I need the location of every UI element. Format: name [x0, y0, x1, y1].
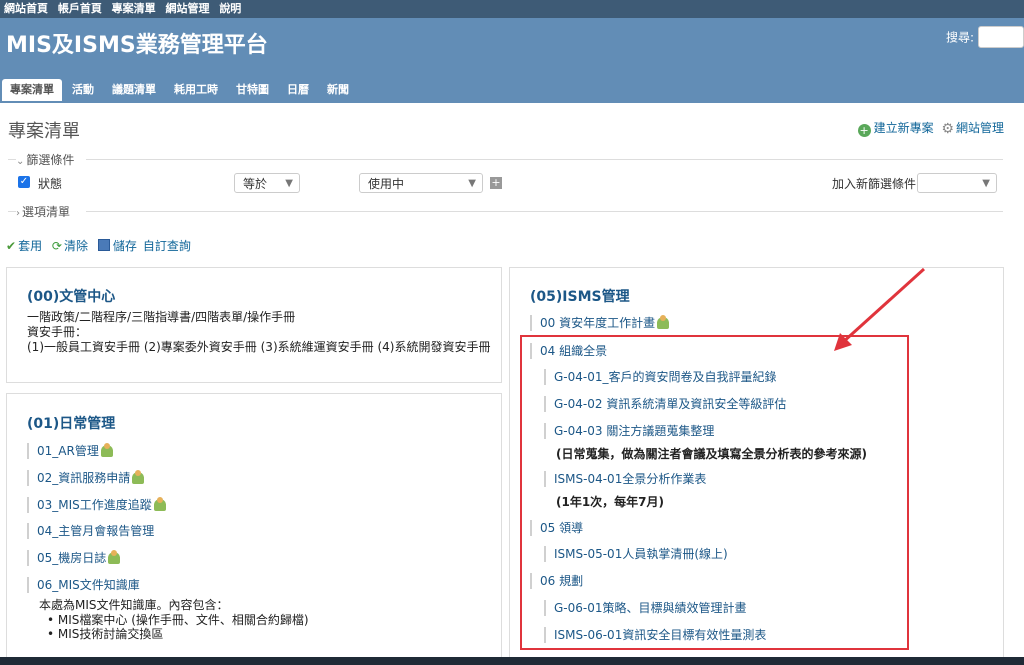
options-legend: 選項清單 — [22, 205, 71, 219]
site-title: MIS及ISMS業務管理平台 — [6, 33, 268, 58]
project-title-05[interactable]: (05)ISMS管理 — [530, 286, 630, 306]
save-icon — [97, 239, 110, 251]
subproject-item: 03_MIS工作進度追蹤 — [27, 497, 166, 513]
subproject-link-ar[interactable]: 01_AR管理 — [37, 444, 99, 458]
user-icon — [108, 550, 121, 564]
annotation-highlight-box — [520, 335, 909, 650]
top-menu-projects[interactable]: 專案清單 — [112, 0, 156, 18]
header: MIS及ISMS業務管理平台 搜尋: 專案清單 活動 議題清單 耗用工時 甘特圖… — [0, 18, 1024, 103]
options-fieldset: › 選項清單 — [8, 203, 1003, 220]
filter-status-checkbox[interactable]: ✓ — [18, 176, 30, 188]
kb-bullet: • MIS技術討論交換區 — [47, 627, 164, 641]
project-box-01: (01)日常管理 01_AR管理 02_資訊服務申請 03_MIS工作進度追蹤 … — [6, 393, 502, 665]
options-divider-right — [86, 211, 1003, 212]
subproject-link-isms-00[interactable]: 00 資安年度工作計畫 — [540, 316, 655, 330]
kb-bullet-text: MIS技術討論交換區 — [57, 627, 164, 641]
project-desc-00: 一階政策/二階程序/三階指導書/四階表單/操作手冊 資安手冊： (1)一般員工資… — [27, 310, 490, 355]
top-menu-admin[interactable]: 網站管理 — [165, 0, 209, 18]
plus-icon[interactable]: + — [490, 177, 502, 189]
tab-projects[interactable]: 專案清單 — [2, 79, 62, 101]
top-menu-my-page[interactable]: 帳戶首頁 — [58, 0, 102, 18]
site-admin-link[interactable]: 網站管理 — [956, 121, 1004, 135]
filter-value-select[interactable]: 使用中 ▼ — [359, 173, 483, 193]
filters-divider-left — [8, 159, 16, 160]
top-menu: 網站首頁 帳戶首頁 專案清單 網站管理 說明 — [0, 0, 1024, 18]
top-menu-help[interactable]: 說明 — [219, 0, 241, 18]
filter-status-label: 狀態 — [38, 177, 63, 191]
page-title: 專案清單 — [8, 121, 80, 142]
add-filter-select[interactable]: ▼ — [917, 173, 997, 193]
subproject-link-progress[interactable]: 03_MIS工作進度追蹤 — [37, 498, 152, 512]
custom-query-link[interactable]: 自訂查詢 — [143, 239, 191, 253]
kb-bullet: • MIS檔案中心 (操作手冊、文件、相關合約歸檔) — [47, 613, 309, 627]
top-menu-home[interactable]: 網站首頁 — [4, 0, 48, 18]
subproject-link-machine-log[interactable]: 05_機房日誌 — [37, 551, 106, 565]
user-icon — [153, 497, 166, 511]
query-actions: ✔ 套用 ⟳ 清除 儲存 自訂查詢 — [6, 237, 197, 254]
tab-activity[interactable]: 活動 — [64, 79, 102, 101]
tab-news[interactable]: 新聞 — [319, 79, 357, 101]
project-link-00[interactable]: (00)文管中心 — [27, 289, 115, 305]
add-filter-label: 加入新篩選條件 — [832, 177, 917, 191]
project-title-01[interactable]: (01)日常管理 — [27, 413, 115, 433]
subproject-link-monthly[interactable]: 04_主管月會報告管理 — [37, 524, 154, 538]
desc-line: 一階政策/二階程序/三階指導書/四階表單/操作手冊 — [27, 310, 296, 324]
filter-row-status: ✓ 狀態 等於 ▼ 使用中 ▼ + 加入新篩選條件 ▼ — [18, 173, 998, 197]
project-link-05[interactable]: (05)ISMS管理 — [530, 289, 630, 305]
subproject-item: 02_資訊服務申請 — [27, 470, 145, 486]
subproject-link-service[interactable]: 02_資訊服務申請 — [37, 471, 130, 485]
search-label: 搜尋: — [945, 30, 974, 45]
options-toggle[interactable]: › 選項清單 — [16, 203, 75, 220]
filters-toggle[interactable]: ⌄ 篩選條件 — [16, 151, 79, 168]
project-box-00: (00)文管中心 一階政策/二階程序/三階指導書/四階表單/操作手冊 資安手冊：… — [6, 267, 502, 383]
chevron-down-icon: ▼ — [982, 178, 990, 189]
check-icon: ✔ — [6, 239, 17, 253]
filters-legend: 篩選條件 — [26, 153, 75, 167]
project-link-01[interactable]: (01)日常管理 — [27, 416, 115, 432]
apply-link[interactable]: 套用 — [18, 239, 42, 253]
subproject-item: 01_AR管理 — [27, 443, 113, 459]
filters-fieldset: ⌄ 篩選條件 — [8, 151, 1003, 168]
subproject-item: 00 資安年度工作計畫 — [530, 315, 670, 331]
annotation-arrow-icon — [834, 267, 926, 351]
tab-gantt[interactable]: 甘特圖 — [228, 79, 277, 101]
content: 專案清單 + 建立新專案 ⚙ 網站管理 ⌄ 篩選條件 ✓ 狀態 等於 ▼ 使用中 ▼ + … — [0, 103, 1024, 665]
desc-line: (1)一般員工資安手冊 (2)專案委外資安手冊 (3)系統維運資安手冊 (4)系… — [27, 340, 491, 354]
tab-calendar[interactable]: 日曆 — [279, 79, 317, 101]
search: 搜尋: — [946, 26, 1024, 48]
options-divider-left — [8, 211, 16, 212]
subproject-item: 04_主管月會報告管理 — [27, 523, 154, 539]
filter-operator-value: 等於 — [243, 177, 268, 191]
subproject-item: 05_機房日誌 — [27, 550, 121, 566]
filter-value: 使用中 — [368, 177, 405, 191]
clear-link[interactable]: 清除 — [64, 239, 88, 253]
reload-icon: ⟳ — [51, 239, 62, 253]
filter-operator-select[interactable]: 等於 ▼ — [234, 173, 300, 193]
user-icon — [100, 443, 113, 457]
save-query-link[interactable]: 儲存 — [113, 239, 137, 253]
search-input[interactable] — [978, 26, 1024, 48]
project-title-00[interactable]: (00)文管中心 — [27, 286, 115, 306]
subproject-item: 06_MIS文件知識庫 — [27, 577, 140, 593]
main-menu: 專案清單 活動 議題清單 耗用工時 甘特圖 日曆 新聞 — [2, 79, 359, 103]
subproject-link-knowledge[interactable]: 06_MIS文件知識庫 — [37, 578, 140, 592]
user-icon — [132, 470, 145, 484]
arrow-shaft — [840, 267, 926, 345]
desc-line: 資安手冊： — [27, 325, 88, 339]
contextual-actions: + 建立新專案 ⚙ 網站管理 — [857, 119, 1004, 137]
new-project-link[interactable]: 建立新專案 — [874, 121, 934, 135]
tab-time-entries[interactable]: 耗用工時 — [166, 79, 226, 101]
user-icon — [657, 315, 670, 329]
tab-issues[interactable]: 議題清單 — [104, 79, 164, 101]
chevron-down-icon: ▼ — [285, 178, 293, 189]
chevron-down-icon: ▼ — [468, 178, 476, 189]
filters-divider-right — [86, 159, 1003, 160]
chevron-right-icon: › — [16, 208, 20, 219]
add-icon: + — [857, 124, 871, 137]
chevron-down-icon: ⌄ — [16, 156, 25, 167]
os-taskbar — [0, 657, 1024, 665]
kb-bullet-text: MIS檔案中心 (操作手冊、文件、相關合約歸檔) — [57, 613, 309, 627]
gear-icon: ⚙ — [941, 121, 954, 137]
kb-desc: 本處為MIS文件知識庫。內容包含： — [39, 598, 229, 612]
